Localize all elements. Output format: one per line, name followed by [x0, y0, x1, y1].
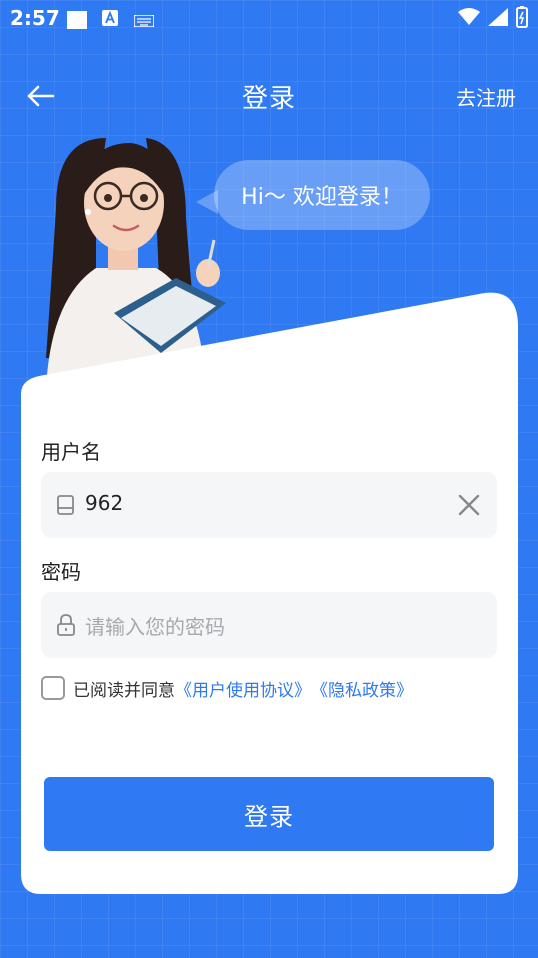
password-placeholder: 请输入您的密码 — [85, 615, 225, 639]
agreement-row: 已阅读并同意 《用户使用协议》 《隐私政策》 — [41, 675, 413, 701]
user-agreement-link[interactable]: 《用户使用协议》 — [175, 676, 311, 701]
bubble-tail — [196, 190, 218, 214]
phone-icon — [57, 495, 74, 515]
username-value: 962 — [85, 491, 124, 515]
keyboard-icon — [133, 12, 155, 31]
agreement-checkbox[interactable] — [41, 676, 65, 700]
clear-icon[interactable] — [455, 491, 483, 519]
battery-icon — [516, 6, 528, 32]
wifi-icon — [458, 8, 480, 30]
notification-a-icon — [102, 10, 118, 30]
status-time: 2:57 — [10, 6, 60, 30]
lock-icon — [57, 614, 75, 636]
greeting-bubble: Hi～ 欢迎登录！ — [196, 160, 430, 230]
privacy-policy-link[interactable]: 《隐私政策》 — [311, 676, 413, 701]
top-bar: 登录 去注册 — [0, 70, 538, 120]
greeting-text: Hi～ 欢迎登录！ — [241, 185, 403, 210]
username-label: 用户名 — [41, 440, 101, 464]
agreement-prefix: 已阅读并同意 — [73, 680, 175, 701]
signal-icon — [488, 8, 508, 30]
notification-square-icon — [66, 10, 88, 34]
password-field[interactable]: 请输入您的密码 — [41, 592, 497, 658]
register-link[interactable]: 去注册 — [456, 82, 516, 111]
status-bar: 2:57 — [0, 0, 538, 36]
login-button[interactable]: 登录 — [44, 777, 494, 851]
username-field[interactable]: 962 — [41, 472, 497, 538]
password-label: 密码 — [41, 560, 81, 584]
status-icons — [458, 6, 528, 32]
